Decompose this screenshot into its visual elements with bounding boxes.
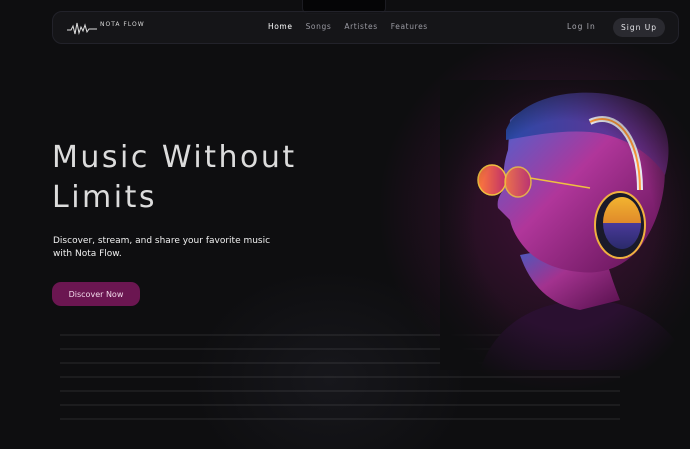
discover-now-button[interactable]: Discover Now <box>52 282 140 306</box>
nav-home[interactable]: Home <box>268 22 293 31</box>
brand-name: NOTA FLOW <box>100 20 145 28</box>
hero-subtitle-line2: with Nota Flow. <box>53 249 122 259</box>
signup-button[interactable]: Sign Up <box>613 18 665 37</box>
nav-features[interactable]: Features <box>391 22 428 31</box>
hero-portrait-image <box>440 80 690 370</box>
hero-subtitle-line1: Discover, stream, and share your favorit… <box>53 236 271 246</box>
hero-subtitle: Discover, stream, and share your favorit… <box>53 235 313 261</box>
hero-title-line1: Music Without <box>52 140 297 175</box>
main-nav: Home Songs Artistes Features <box>268 22 428 31</box>
login-button[interactable]: Log In <box>567 22 596 31</box>
brand-logo[interactable]: NOTA FLOW <box>67 20 145 36</box>
hero-title-line2: Limits <box>52 180 157 215</box>
top-navbar: NOTA FLOW Home Songs Artistes Features L… <box>52 11 679 44</box>
nav-songs[interactable]: Songs <box>306 22 332 31</box>
nav-artistes[interactable]: Artistes <box>344 22 377 31</box>
soundwave-icon <box>67 22 97 35</box>
hero-title: Music Without Limits <box>52 138 372 218</box>
